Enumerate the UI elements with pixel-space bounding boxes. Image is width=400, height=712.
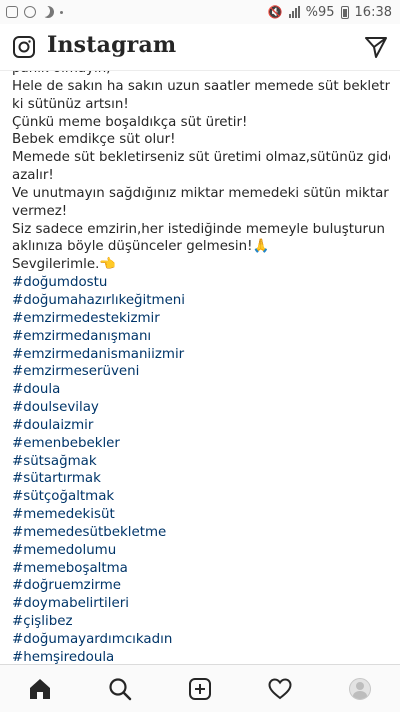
hashtag-link[interactable]: #emzirmeserüveni — [12, 363, 390, 381]
hashtag-link[interactable]: #çişlibez — [12, 613, 390, 631]
hashtag-link[interactable]: #doulaizmir — [12, 417, 390, 435]
hashtag-link[interactable]: #emzirmedanışmanı — [12, 328, 390, 346]
caption-line: Memede süt bekletirseniz süt üretimi olm… — [12, 150, 390, 166]
home-icon — [30, 678, 50, 699]
battery-percent: %95 — [305, 4, 335, 20]
search-icon — [109, 677, 132, 700]
post-caption: panik olmayın, Hele de sakın ha sakın uz… — [12, 60, 390, 672]
hashtag-link[interactable]: #emenbebekler — [12, 435, 390, 453]
instagram-logo: Instagram — [47, 32, 177, 58]
hashtag-link[interactable]: #memedesütbekletme — [12, 524, 390, 542]
hashtag-link[interactable]: #doğumdostu — [12, 274, 390, 292]
direct-message-icon[interactable] — [364, 36, 388, 58]
nav-activity-button[interactable] — [260, 669, 300, 709]
caption-line: Bebek emdikçe süt olur! — [12, 132, 176, 148]
more-notifications-dot-icon — [60, 10, 63, 14]
hashtag-link[interactable]: #emzirmedanismaniizmir — [12, 346, 390, 364]
hashtag-link[interactable]: #doğumahazırlıkeğitmeni — [12, 292, 390, 310]
sync-notification-icon — [24, 6, 36, 18]
caption-line: Siz sadece emzirin,her istediğinde memey… — [12, 221, 390, 237]
hashtag-link[interactable]: #doğumayardımcıkadın — [12, 631, 390, 649]
hashtag-link[interactable]: #doulsevilay — [12, 399, 390, 417]
gallery-notification-icon — [6, 6, 18, 18]
hashtag-link[interactable]: #memedekisüt — [12, 506, 390, 524]
hashtag-link[interactable]: #doula — [12, 381, 390, 399]
caption-line: Çünkü meme boşaldıkça süt üretir! — [12, 114, 248, 130]
nav-new-post-button[interactable] — [180, 669, 220, 709]
caption-line: ki sütünüz artsın! — [12, 96, 129, 112]
camera-icon[interactable] — [12, 35, 36, 59]
hashtag-link[interactable]: #memeboşaltma — [12, 560, 390, 578]
nav-profile-button[interactable] — [340, 669, 380, 709]
caption-line: aklınıza böyle düşünceler gelmesin!🙏 — [12, 239, 270, 255]
status-bar-left-icons — [0, 6, 63, 18]
caption-line: vermez! — [12, 203, 68, 219]
bottom-navigation — [0, 664, 400, 712]
hashtag-link[interactable]: #sütçoğaltmak — [12, 488, 390, 506]
signal-icon — [288, 6, 300, 18]
caption-line: Ve unutmayın sağdığınız miktar memedeki … — [12, 185, 390, 201]
nav-home-button[interactable] — [20, 669, 60, 709]
nav-search-button[interactable] — [100, 669, 140, 709]
status-bar-right-icons: 🔇 %95 16:38 — [268, 5, 400, 20]
hashtag-link[interactable]: #sütartırmak — [12, 470, 390, 488]
hashtag-link[interactable]: #sütsağmak — [12, 453, 390, 471]
caption-line: Sevgilerimle.👈 — [12, 257, 116, 273]
battery-icon — [340, 5, 349, 19]
profile-avatar — [349, 677, 371, 700]
clock: 16:38 — [354, 4, 392, 20]
app-bar: Instagram — [0, 24, 400, 71]
caption-line: azalır! — [12, 168, 54, 184]
caption-line: Hele de sakın ha sakın uzun saatler meme… — [12, 78, 390, 94]
moon-icon — [42, 6, 54, 18]
mute-icon: 🔇 — [267, 5, 283, 19]
hashtag-link[interactable]: #memedolumu — [12, 542, 390, 560]
new-post-icon — [189, 677, 211, 700]
heart-icon — [268, 677, 292, 699]
status-bar: 🔇 %95 16:38 — [0, 0, 400, 24]
hashtag-link[interactable]: #doymabelirtileri — [12, 595, 390, 613]
hashtag-link[interactable]: #emzirmedestekizmir — [12, 310, 390, 328]
hashtag-link[interactable]: #doğruemzirme — [12, 577, 390, 595]
